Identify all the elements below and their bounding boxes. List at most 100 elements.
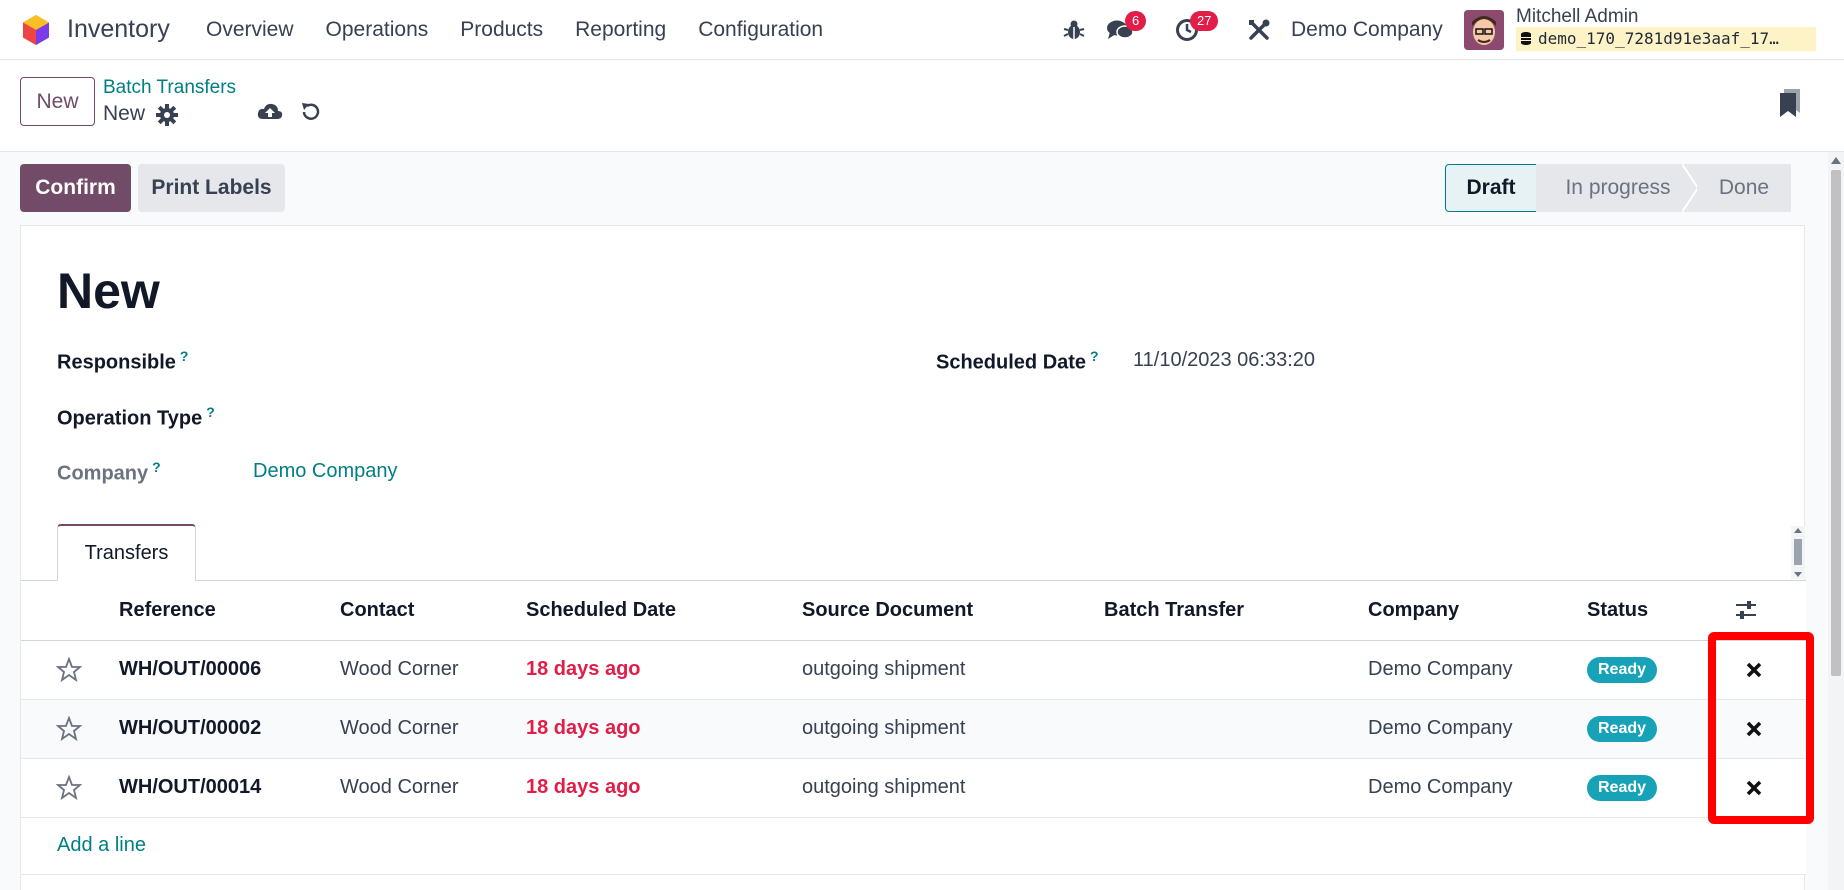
status-bar: Draft In progress Done [1445,164,1791,212]
favorite-cell [21,699,119,759]
cloud-upload-icon[interactable] [257,101,283,123]
star-icon[interactable] [56,774,82,801]
scroll-thumb[interactable] [1831,170,1841,676]
reference-cell[interactable]: WH/OUT/00006 [119,640,340,700]
operation-type-label-text: Operation Type [57,407,203,430]
help-icon[interactable]: ? [152,459,161,475]
stage-done[interactable]: Done [1697,164,1791,212]
table-row[interactable]: WH/OUT/00006 Wood Corner 18 days ago out… [21,640,1806,700]
add-a-line-link[interactable]: Add a line [57,834,146,857]
star-icon[interactable] [56,715,82,742]
status-cell: Ready [1587,758,1721,818]
header-status[interactable]: Status [1587,581,1721,641]
source-document-cell[interactable]: outgoing shipment [802,699,1104,759]
scheduled-date-label-text: Scheduled Date [936,351,1087,374]
reference-cell[interactable]: WH/OUT/00002 [119,699,340,759]
operation-type-label: Operation Type? [57,404,215,431]
company-cell[interactable]: Demo Company [1368,758,1587,818]
table-row[interactable]: WH/OUT/00014 Wood Corner 18 days ago out… [21,758,1806,818]
scheduled-date-field[interactable]: 11/10/2023 06:33:20 [1133,349,1315,372]
gear-icon[interactable] [156,104,178,126]
scheduled-date-cell[interactable]: 18 days ago [526,640,802,700]
transfers-table: Reference Contact Scheduled Date Source … [21,581,1806,818]
messages-badge: 6 [1125,11,1147,31]
stage-draft[interactable]: Draft [1445,164,1537,212]
company-switcher[interactable]: Demo Company [1291,18,1443,42]
star-icon[interactable] [56,656,82,683]
status-cell: Ready [1587,640,1721,700]
print-labels-button[interactable]: Print Labels [138,164,285,212]
source-document-cell[interactable]: outgoing shipment [802,758,1104,818]
responsible-label: Responsible? [57,348,188,375]
header-source-document[interactable]: Source Document [802,581,1104,641]
status-badge: Ready [1587,774,1658,801]
breadcrumb-current: New [103,102,146,125]
header-company[interactable]: Company [1368,581,1587,641]
header-batch-transfer[interactable]: Batch Transfer [1104,581,1368,641]
company-label: Company? [57,459,161,486]
activities-badge: 27 [1190,11,1219,31]
company-field[interactable]: Demo Company [253,460,398,483]
favorite-cell [21,640,119,700]
highlight-box [1708,632,1814,824]
header-reference[interactable]: Reference [119,581,340,641]
help-icon[interactable]: ? [1090,348,1099,364]
company-cell[interactable]: Demo Company [1368,699,1587,759]
scheduled-date-label: Scheduled Date? [936,348,1099,375]
contact-cell[interactable]: Wood Corner [340,640,526,700]
tools-icon[interactable] [1245,16,1273,44]
avatar[interactable] [1464,10,1504,50]
status-badge: Ready [1587,715,1658,742]
scroll-up-icon[interactable] [1828,154,1844,168]
confirm-button[interactable]: Confirm [20,164,131,212]
page-scrollbar[interactable] [1828,152,1844,890]
company-cell[interactable]: Demo Company [1368,640,1587,700]
form-sheet: New Responsible? Operation Type? Company… [20,225,1806,890]
menu-configuration[interactable]: Configuration [698,18,823,42]
menu-operations[interactable]: Operations [326,18,429,42]
discard-icon[interactable] [299,100,323,124]
tabs-scrollbar[interactable] [1791,526,1805,579]
menu-reporting[interactable]: Reporting [575,18,666,42]
help-icon[interactable]: ? [206,404,215,420]
bookmark-icon[interactable] [1778,87,1802,117]
contact-cell[interactable]: Wood Corner [340,758,526,818]
stage-in-progress[interactable]: In progress [1536,164,1682,212]
bug-icon[interactable] [1060,16,1088,44]
header-scheduled-date[interactable]: Scheduled Date [526,581,802,641]
batch-transfer-cell[interactable] [1104,758,1368,818]
table-row[interactable]: WH/OUT/00002 Wood Corner 18 days ago out… [21,699,1806,759]
top-navbar: Inventory Overview Operations Products R… [0,0,1844,60]
app-logo-icon[interactable] [20,14,52,46]
control-panel: New Batch Transfers New [0,61,1844,152]
database-icon [1521,32,1531,45]
app-name[interactable]: Inventory [67,15,170,44]
database-name: demo_170_7281d91e3aaf_17… [1516,27,1816,51]
database-name-text: demo_170_7281d91e3aaf_17… [1538,29,1779,48]
scheduled-date-cell[interactable]: 18 days ago [526,699,802,759]
main-menu: Overview Operations Products Reporting C… [206,18,855,42]
breadcrumb-batch-transfers[interactable]: Batch Transfers [103,77,236,99]
scheduled-date-cell[interactable]: 18 days ago [526,758,802,818]
reference-cell[interactable]: WH/OUT/00014 [119,758,340,818]
optional-columns-icon[interactable] [1735,600,1757,620]
company-label-text: Company [57,462,149,485]
favorite-cell [21,758,119,818]
add-line-row [21,818,1806,875]
new-button[interactable]: New [20,77,95,126]
help-icon[interactable]: ? [180,348,189,364]
responsible-label-text: Responsible [57,351,176,374]
contact-cell[interactable]: Wood Corner [340,699,526,759]
tab-transfers[interactable]: Transfers [57,524,196,581]
menu-products[interactable]: Products [460,18,543,42]
source-document-cell[interactable]: outgoing shipment [802,640,1104,700]
header-contact[interactable]: Contact [340,581,526,641]
batch-transfer-cell[interactable] [1104,699,1368,759]
status-cell: Ready [1587,699,1721,759]
menu-overview[interactable]: Overview [206,18,294,42]
header-spacer [21,581,119,641]
status-badge: Ready [1587,656,1658,683]
batch-transfer-cell[interactable] [1104,640,1368,700]
record-title[interactable]: New [57,262,160,320]
user-name[interactable]: Mitchell Admin [1516,6,1639,28]
